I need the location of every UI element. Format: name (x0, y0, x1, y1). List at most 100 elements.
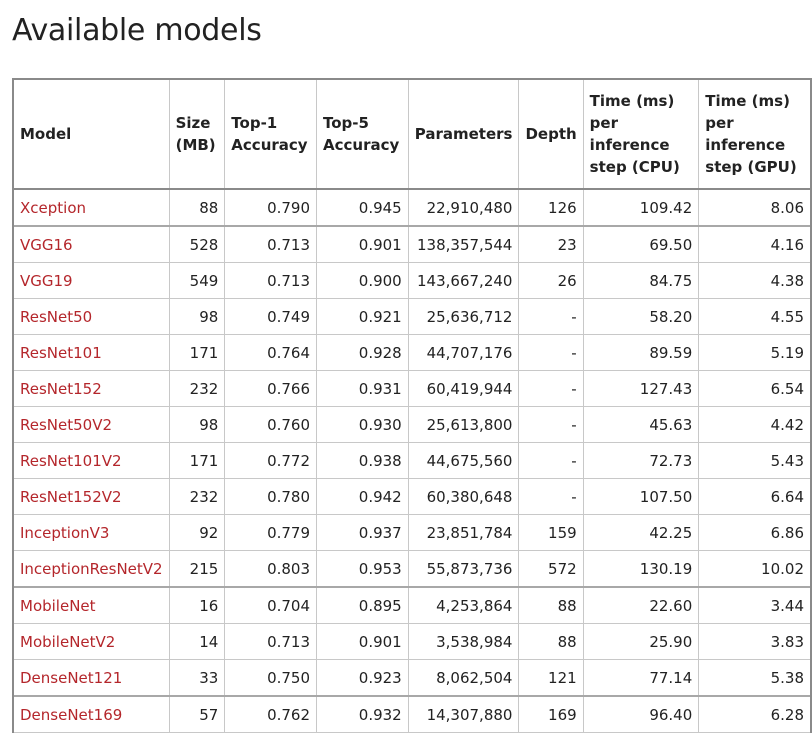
cell-gpu-time: 6.86 (698, 514, 812, 551)
cell-depth: 572 (518, 550, 584, 588)
cell-size: 171 (168, 442, 226, 479)
cell-depth: - (518, 406, 584, 443)
cell-gpu-time: 4.38 (698, 262, 812, 299)
cell-size: 88 (168, 188, 226, 227)
cell-top5-accuracy: 0.901 (316, 623, 409, 660)
header-depth: Depth (518, 78, 584, 190)
cell-depth: 88 (518, 623, 584, 660)
cell-gpu-time: 6.64 (698, 478, 812, 515)
cell-top1-accuracy: 0.780 (224, 478, 318, 515)
cell-cpu-time: 89.59 (582, 334, 700, 371)
cell-model: DenseNet169 (11, 695, 170, 733)
model-link[interactable]: InceptionResNetV2 (20, 560, 163, 578)
cell-top1-accuracy: 0.762 (224, 695, 318, 733)
cell-size: 33 (168, 659, 226, 697)
cell-size: 14 (168, 623, 226, 660)
cell-size: 92 (168, 514, 226, 551)
cell-top1-accuracy: 0.779 (224, 514, 318, 551)
cell-gpu-time: 5.43 (698, 442, 812, 479)
header-top5-accuracy: Top-5 Accuracy (316, 78, 409, 190)
cell-top5-accuracy: 0.923 (316, 659, 409, 697)
cell-model: DenseNet121 (11, 659, 170, 697)
cell-cpu-time: 22.60 (582, 586, 700, 624)
cell-size: 549 (168, 262, 226, 299)
cell-top5-accuracy: 0.900 (316, 262, 409, 299)
cell-top5-accuracy: 0.895 (316, 586, 409, 624)
cell-parameters: 3,538,984 (407, 623, 520, 660)
cell-parameters: 22,910,480 (407, 188, 520, 227)
cell-size: 528 (168, 225, 226, 263)
cell-cpu-time: 96.40 (582, 695, 700, 733)
header-top1-accuracy: Top-1 Accuracy (224, 78, 318, 190)
cell-top5-accuracy: 0.921 (316, 298, 409, 335)
model-link[interactable]: VGG16 (20, 236, 73, 254)
cell-top5-accuracy: 0.901 (316, 225, 409, 263)
model-link[interactable]: ResNet152 (20, 380, 102, 398)
cell-depth: 23 (518, 225, 584, 263)
cell-top1-accuracy: 0.713 (224, 623, 318, 660)
cell-size: 98 (168, 406, 226, 443)
cell-gpu-time: 10.02 (698, 550, 812, 588)
cell-cpu-time: 107.50 (582, 478, 700, 515)
cell-depth: 88 (518, 586, 584, 624)
cell-depth: 26 (518, 262, 584, 299)
table-row: InceptionResNetV2 215 0.803 0.953 55,873,736… (11, 550, 812, 588)
model-link[interactable]: InceptionV3 (20, 524, 109, 542)
model-link[interactable]: Xception (20, 199, 86, 217)
model-link[interactable]: VGG19 (20, 272, 73, 290)
model-link[interactable]: MobileNetV2 (20, 633, 115, 651)
cell-depth: 169 (518, 695, 584, 733)
cell-gpu-time: 4.42 (698, 406, 812, 443)
table-row: Xception 88 0.790 0.945 22,910,480 126 109.42 8… (11, 188, 812, 227)
cell-parameters: 23,851,784 (407, 514, 520, 551)
model-link[interactable]: DenseNet121 (20, 669, 122, 687)
cell-parameters: 143,667,240 (407, 262, 520, 299)
cell-gpu-time: 8.06 (698, 188, 812, 227)
cell-parameters: 44,707,176 (407, 334, 520, 371)
cell-gpu-time: 3.44 (698, 586, 812, 624)
cell-top5-accuracy: 0.937 (316, 514, 409, 551)
header-cpu-time: Time (ms) per inference step (CPU) (582, 78, 700, 190)
cell-depth: 126 (518, 188, 584, 227)
cell-parameters: 25,613,800 (407, 406, 520, 443)
table-row: MobileNet 16 0.704 0.895 4,253,864 88 22.60 3.4… (11, 586, 812, 624)
model-link[interactable]: DenseNet169 (20, 706, 122, 724)
model-link[interactable]: ResNet152V2 (20, 488, 122, 506)
model-link[interactable]: ResNet101 (20, 344, 102, 362)
cell-cpu-time: 69.50 (582, 225, 700, 263)
cell-cpu-time: 58.20 (582, 298, 700, 335)
cell-top1-accuracy: 0.760 (224, 406, 318, 443)
table-row: DenseNet169 57 0.762 0.932 14,307,880 169 96.4… (11, 695, 812, 733)
table-row: ResNet50 98 0.749 0.921 25,636,712-58.20 4.55 (11, 298, 812, 335)
header-parameters: Parameters (407, 78, 520, 190)
cell-top1-accuracy: 0.764 (224, 334, 318, 371)
header-size: Size (MB) (168, 78, 226, 190)
cell-model: VGG16 (11, 225, 170, 263)
model-link[interactable]: ResNet50 (20, 308, 92, 326)
cell-parameters: 44,675,560 (407, 442, 520, 479)
cell-model: Xception (11, 188, 170, 227)
cell-top1-accuracy: 0.713 (224, 225, 318, 263)
cell-parameters: 138,357,544 (407, 225, 520, 263)
cell-depth: - (518, 370, 584, 407)
cell-model: ResNet101V2 (11, 442, 170, 479)
cell-top1-accuracy: 0.790 (224, 188, 318, 227)
cell-gpu-time: 4.55 (698, 298, 812, 335)
cell-depth: - (518, 442, 584, 479)
cell-size: 16 (168, 586, 226, 624)
table-header-row: Model Size (MB) Top-1 Accuracy Top-5 Acc… (11, 78, 812, 190)
header-model: Model (11, 78, 170, 190)
header-gpu-time: Time (ms) per inference step (GPU) (698, 78, 812, 190)
table-row: ResNet101V2 171 0.772 0.938 44,675,560-72.73… (11, 442, 812, 479)
cell-cpu-time: 127.43 (582, 370, 700, 407)
cell-model: ResNet152 (11, 370, 170, 407)
cell-depth: 121 (518, 659, 584, 697)
model-link[interactable]: ResNet50V2 (20, 416, 112, 434)
cell-model: ResNet50 (11, 298, 170, 335)
cell-cpu-time: 77.14 (582, 659, 700, 697)
table-row: ResNet152 232 0.766 0.931 60,419,944-127.43 6… (11, 370, 812, 407)
table-body: Xception 88 0.790 0.945 22,910,480 126 109.42 8… (11, 188, 812, 733)
cell-parameters: 25,636,712 (407, 298, 520, 335)
model-link[interactable]: ResNet101V2 (20, 452, 122, 470)
model-link[interactable]: MobileNet (20, 597, 96, 615)
